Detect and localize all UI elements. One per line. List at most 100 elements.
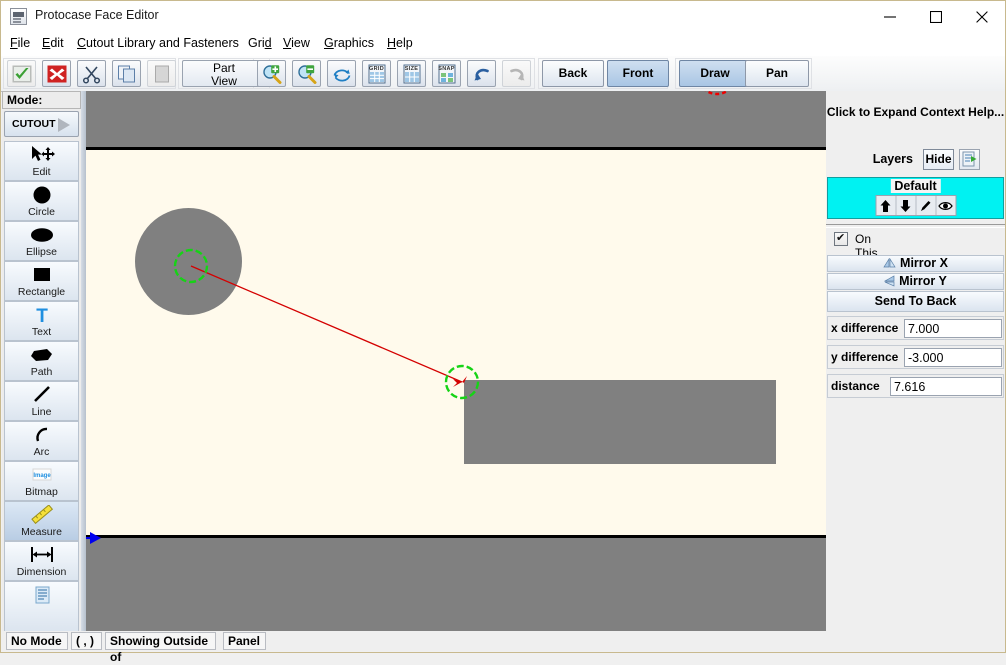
top-panel-edge-line: [81, 147, 826, 150]
status-coordinates: ( , ): [71, 632, 102, 650]
redo-button[interactable]: [502, 60, 531, 87]
copy-button[interactable]: [112, 60, 141, 87]
mirror-y-icon: [883, 275, 895, 287]
panel-divider: [826, 224, 1005, 228]
circle-cutout-shape[interactable]: [135, 208, 242, 315]
y-difference-row: y difference: [827, 345, 1004, 369]
visibility-eye-icon: [938, 201, 953, 210]
canvas-vertical-scrollbar[interactable]: [81, 91, 86, 632]
bottom-panel-band: [81, 538, 826, 632]
grid-button-label: GRID: [369, 66, 384, 72]
add-layer-icon: [962, 151, 976, 167]
layer-visibility-button[interactable]: [936, 196, 955, 215]
sidebar-tool-dimension[interactable]: Dimension: [4, 541, 79, 581]
mode-selector-value: CUTOUT: [12, 118, 56, 130]
on-this-side-checkbox[interactable]: [834, 231, 848, 246]
move-up-icon: [880, 199, 891, 212]
mirror-x-button[interactable]: Mirror X: [827, 255, 1004, 272]
mode-selector-button[interactable]: CUTOUT: [4, 111, 79, 137]
sidebar-tool-text[interactable]: T Text: [4, 301, 79, 341]
bitmap-image-icon: Image: [27, 465, 57, 485]
edit-pencil-icon: [921, 200, 931, 211]
add-layer-button[interactable]: [959, 149, 980, 170]
cancel-button[interactable]: [42, 60, 71, 87]
sidebar-tool-dimension-label: Dimension: [16, 566, 67, 578]
sidebar-tool-line-label: Line: [31, 406, 52, 418]
ellipse-icon: [27, 225, 57, 245]
x-difference-input[interactable]: [904, 319, 1002, 338]
draw-mode-button[interactable]: Draw: [679, 60, 751, 87]
ruler-icon: [28, 505, 56, 525]
arc-icon: [29, 425, 55, 445]
back-view-button[interactable]: Back: [542, 60, 604, 87]
menu-help[interactable]: Help: [384, 36, 416, 53]
pan-mode-button[interactable]: Pan: [745, 60, 809, 87]
undo-arrow-icon: [474, 68, 489, 80]
drawing-canvas[interactable]: [81, 91, 826, 632]
rectangle-icon: [29, 265, 55, 285]
menu-view[interactable]: View: [280, 36, 313, 53]
accept-button[interactable]: [7, 60, 36, 87]
distance-input[interactable]: [890, 377, 1002, 396]
sidebar-tool-text-label: Text: [31, 326, 52, 338]
close-icon: [976, 10, 988, 23]
layers-hide-button[interactable]: Hide: [923, 149, 954, 170]
sidebar-tool-path[interactable]: Path: [4, 341, 79, 381]
menu-graphics[interactable]: Graphics: [321, 36, 377, 53]
sidebar-tool-line[interactable]: Line: [4, 381, 79, 421]
sidebar-tool-arc[interactable]: Arc: [4, 421, 79, 461]
mirror-x-label: Mirror X: [900, 256, 948, 270]
sidebar-tool-notes[interactable]: [4, 581, 79, 632]
magnifier-plus-icon: [262, 64, 281, 84]
send-to-back-button[interactable]: Send To Back: [827, 291, 1004, 312]
maximize-button[interactable]: [913, 1, 959, 32]
x-difference-row: x difference: [827, 316, 1004, 340]
y-difference-input[interactable]: [904, 348, 1002, 367]
grid-button[interactable]: GRID: [362, 60, 391, 87]
menu-grid[interactable]: Grid: [245, 36, 275, 53]
layer-move-down-button[interactable]: [896, 196, 916, 215]
application-window: Protocase Face Editor File Edit Cutout L…: [0, 0, 1006, 664]
sidebar-tool-ellipse-label: Ellipse: [26, 246, 57, 258]
title-bar: Protocase Face Editor: [1, 1, 1005, 32]
play-triangle-icon: [58, 118, 70, 132]
sidebar-tool-ellipse[interactable]: Ellipse: [4, 221, 79, 261]
layer-edit-button[interactable]: [916, 196, 936, 215]
magnifier-minus-icon: [297, 64, 316, 84]
sidebar-tool-rectangle-label: Rectangle: [17, 286, 66, 298]
mirror-y-button[interactable]: Mirror Y: [827, 273, 1004, 290]
size-button[interactable]: SIZE: [397, 60, 426, 87]
sidebar-tool-edit[interactable]: Edit: [4, 141, 79, 181]
sidebar-tool-rectangle[interactable]: Rectangle: [4, 261, 79, 301]
sidebar-tool-measure[interactable]: Measure: [4, 501, 79, 541]
context-help-toggle[interactable]: Click to Expand Context Help...: [826, 105, 1005, 119]
sidebar-tool-circle[interactable]: Circle: [4, 181, 79, 221]
minimize-button[interactable]: [867, 1, 913, 32]
menu-edit[interactable]: Edit: [39, 36, 67, 53]
status-panel: Panel: [223, 632, 266, 650]
cut-button[interactable]: [77, 60, 106, 87]
front-view-button[interactable]: Front: [607, 60, 669, 87]
menu-cutout-library-and-fasteners[interactable]: Cutout Library and Fasteners: [74, 36, 242, 53]
rectangle-cutout-shape[interactable]: [464, 380, 776, 464]
mode-label: Mode:: [2, 91, 81, 109]
paste-button[interactable]: [147, 60, 176, 87]
distance-label: distance: [831, 379, 880, 393]
close-button[interactable]: [959, 1, 1005, 32]
redo-arrow-icon: [509, 68, 524, 80]
sidebar-tool-bitmap[interactable]: Image Bitmap: [4, 461, 79, 501]
mirror-y-label: Mirror Y: [899, 274, 947, 288]
refresh-button[interactable]: [327, 60, 356, 87]
layer-item-default[interactable]: Default: [827, 177, 1004, 219]
zoom-out-button[interactable]: [292, 60, 321, 87]
part-view-button[interactable]: Part View: [182, 60, 266, 88]
left-tool-sidebar: Mode: CUTOUT Edit Circle Ellipse Rectang…: [2, 91, 81, 632]
sidebar-tool-edit-label: Edit: [32, 166, 51, 178]
snap-button[interactable]: SNAP: [432, 60, 461, 87]
top-panel-band: [81, 91, 826, 147]
minimize-icon: [884, 15, 896, 18]
menu-file[interactable]: File: [7, 36, 33, 53]
layer-move-up-button[interactable]: [876, 196, 896, 215]
undo-button[interactable]: [467, 60, 496, 87]
zoom-in-button[interactable]: [257, 60, 286, 87]
